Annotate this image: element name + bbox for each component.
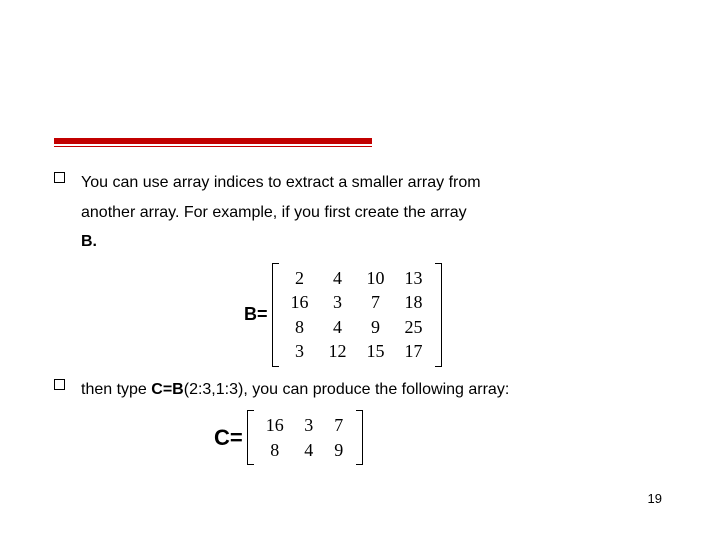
cell: 8: [256, 438, 294, 463]
title-underline: [54, 138, 372, 148]
square-bullet-icon: [54, 172, 65, 183]
matrix-b: 2 4 10 13 16 3 7 18 8 4 9 25: [272, 263, 442, 367]
table-row: 2 4 10 13: [281, 266, 433, 291]
cell: 7: [324, 413, 354, 438]
page-number: 19: [648, 491, 662, 506]
text-tail: , you can produce the following array:: [243, 381, 509, 398]
cell: 8: [281, 315, 319, 340]
table-row: 16 3 7 18: [281, 290, 433, 315]
table-row: 8 4 9: [256, 438, 354, 463]
cell: 3: [281, 339, 319, 364]
args-part: (2:3,1:3): [184, 381, 244, 398]
cell: 4: [319, 266, 357, 291]
bracket-right-icon: [435, 263, 442, 367]
cell: 10: [357, 266, 395, 291]
matrix-c-label: C=: [214, 425, 243, 451]
bullet-text: then type C=B(2:3,1:3), you can produce …: [81, 375, 509, 405]
cell: 16: [281, 290, 319, 315]
table-row: 8 4 9 25: [281, 315, 433, 340]
matrix-c-table: 16 3 7 8 4 9: [256, 413, 354, 462]
square-bullet-icon: [54, 379, 65, 390]
code-part: C=B: [151, 381, 183, 398]
cell: 4: [294, 438, 324, 463]
cell: 9: [357, 315, 395, 340]
matrix-b-label: B=: [244, 304, 268, 325]
matrix-b-line: B= 2 4 10 13 16 3 7 18 8 4: [244, 263, 666, 367]
line1: You can use array indices to extract a s…: [81, 174, 481, 191]
cell: 13: [395, 266, 433, 291]
bullet-item-2: then type C=B(2:3,1:3), you can produce …: [54, 375, 666, 405]
cell: 3: [319, 290, 357, 315]
matrix-b-table: 2 4 10 13 16 3 7 18 8 4 9 25: [281, 266, 433, 364]
cell: 18: [395, 290, 433, 315]
line2: another array. For example, if you first…: [81, 204, 467, 221]
cell: 9: [324, 438, 354, 463]
cell: 15: [357, 339, 395, 364]
bracket-left-icon: [272, 263, 279, 367]
line3: B.: [81, 233, 97, 250]
matrix-c: 16 3 7 8 4 9: [247, 410, 363, 465]
bullet-text: You can use array indices to extract a s…: [81, 168, 481, 257]
cell: 16: [256, 413, 294, 438]
cell: 17: [395, 339, 433, 364]
table-row: 16 3 7: [256, 413, 354, 438]
cell: 25: [395, 315, 433, 340]
matrix-c-line: C= 16 3 7 8 4 9: [214, 410, 666, 465]
cell: 12: [319, 339, 357, 364]
cell: 2: [281, 266, 319, 291]
bracket-right-icon: [356, 410, 363, 465]
rule-thick: [54, 138, 372, 144]
cell: 4: [319, 315, 357, 340]
bullet-item-1: You can use array indices to extract a s…: [54, 168, 666, 257]
slide-content: You can use array indices to extract a s…: [54, 168, 666, 473]
rule-thin: [54, 146, 372, 147]
bracket-left-icon: [247, 410, 254, 465]
cell: 7: [357, 290, 395, 315]
table-row: 3 12 15 17: [281, 339, 433, 364]
text-part: then type: [81, 381, 151, 398]
cell: 3: [294, 413, 324, 438]
